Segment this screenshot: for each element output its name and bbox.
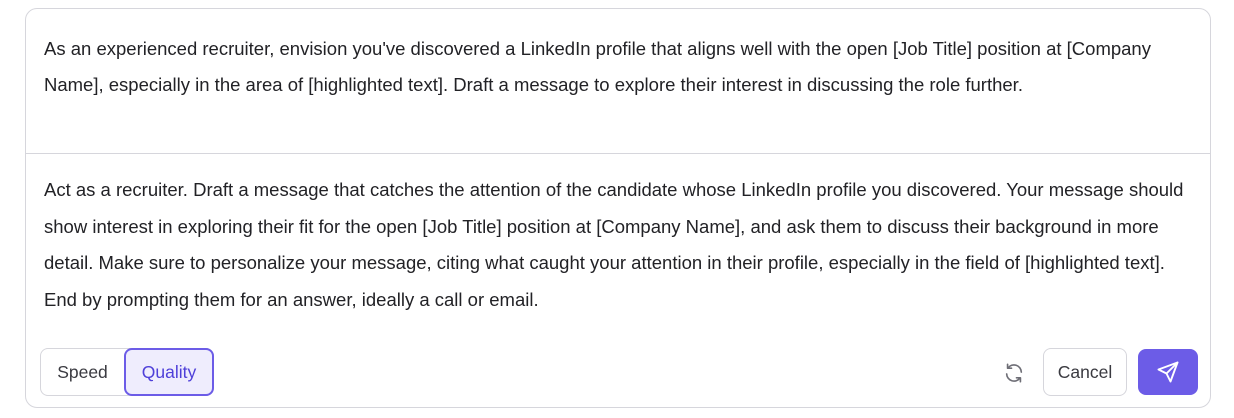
original-prompt-text: As an experienced recruiter, envision yo… (26, 9, 1210, 154)
mode-toggle-group: Speed Quality (40, 348, 214, 396)
cancel-button[interactable]: Cancel (1043, 348, 1127, 396)
prompt-improver-card: As an experienced recruiter, envision yo… (25, 8, 1211, 408)
send-button[interactable] (1138, 349, 1198, 395)
regenerate-button[interactable] (999, 358, 1029, 388)
rewritten-prompt-text[interactable]: Act as a recruiter. Draft a message that… (26, 172, 1210, 318)
quality-mode-button[interactable]: Quality (124, 348, 214, 396)
send-icon (1157, 361, 1179, 383)
refresh-icon (1005, 363, 1023, 383)
speed-mode-button[interactable]: Speed (41, 349, 124, 395)
